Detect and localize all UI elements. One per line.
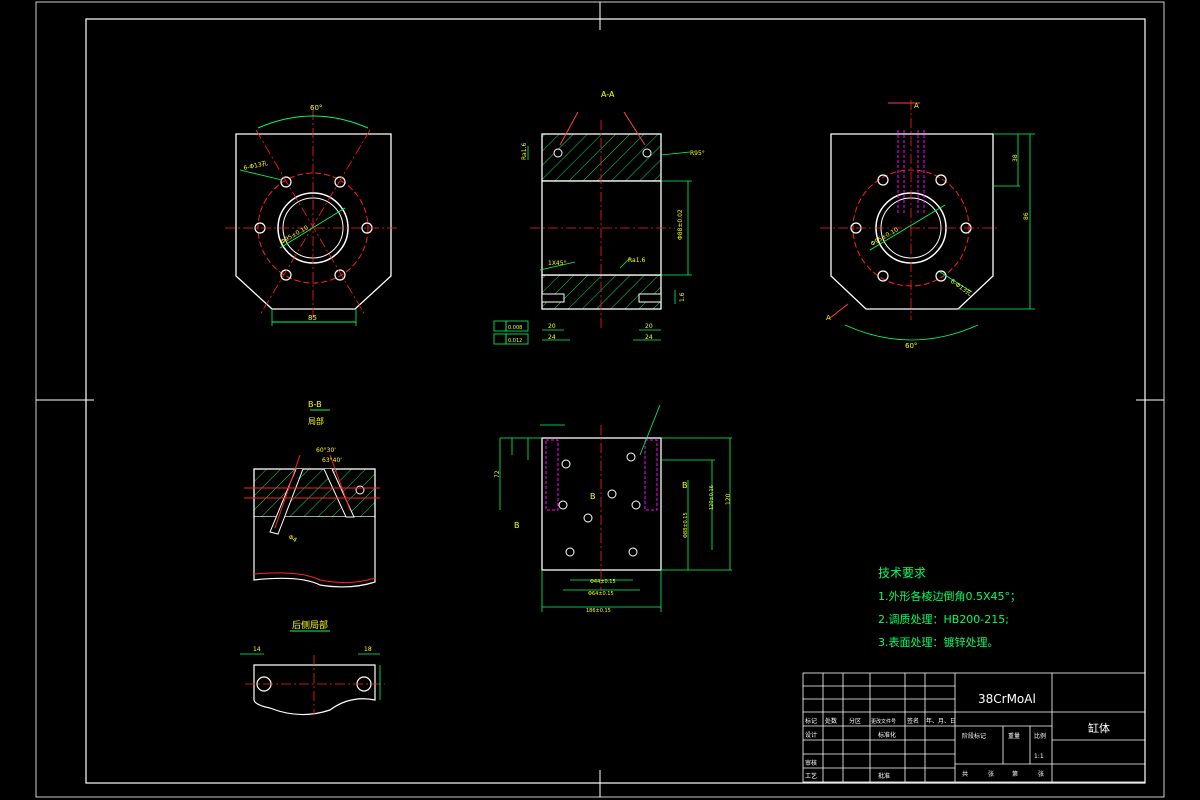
dim-rear-14: 14 <box>253 646 261 653</box>
tb-count: 处数 <box>825 717 837 725</box>
bottom-view: Φ44±0.15 Φ64±0.15 186±0.15 72 120 120±0.… <box>494 404 732 614</box>
dim-bb-angle-1: 60°30' <box>316 447 336 454</box>
view-label-bb-sub: 局部 <box>308 416 324 426</box>
dim-height-mid: Φ88±0.02 <box>677 209 684 240</box>
tb-review: 审核 <box>805 759 817 767</box>
tb-sheet-of: 张 <box>988 770 994 778</box>
dim-rear-18: 18 <box>364 646 372 653</box>
section-view-aa: A-A Ra1.6 R95° Φ88±0.02 1X45° Ra1.6 1.6 … <box>493 90 705 345</box>
material: 38CrMoAl <box>978 692 1036 706</box>
tolerance-a: 0.008 <box>508 325 522 331</box>
tb-scale-label: 比例 <box>1034 732 1046 740</box>
part-name: 缸体 <box>1088 721 1110 735</box>
tb-process: 工艺 <box>805 772 817 780</box>
tech-req-item-3: 3.表面处理：镀锌处理。 <box>878 635 999 649</box>
view-label-rear: 后侧局部 <box>292 619 328 631</box>
dim-24-left: 24 <box>548 334 556 341</box>
drawing-frame <box>35 1 1165 798</box>
dim-20-right: 20 <box>645 323 653 330</box>
section-b-left: B <box>514 521 520 530</box>
tech-req-title: 技术要求 <box>878 566 926 580</box>
tb-weight: 重量 <box>1008 732 1020 740</box>
tb-design: 设计 <box>805 731 817 739</box>
section-b-mid: B <box>590 492 596 501</box>
dim-width-bottom-left: 85 <box>308 314 317 322</box>
dim-bottom-c: Φ88±0.15 <box>683 512 689 538</box>
view-arrow-a-top: A <box>914 102 919 110</box>
view-arrow-a-bottom: A <box>826 314 831 322</box>
front-view-left: 60° 6-Φ13孔 Φ95±0.10 85 <box>225 104 400 326</box>
tb-date: 年、月、日 <box>926 717 956 725</box>
tb-stage: 阶段标记 <box>962 732 986 740</box>
dim-chamfer-mid: 1X45° <box>548 260 567 267</box>
tolerance-b: 0.012 <box>508 338 522 344</box>
dim-20-left: 20 <box>548 323 556 330</box>
title-block: 38CrMoAl 缸体 标记 处数 分区 更改文件号 签名 年、月、日 设计 标… <box>802 672 1146 783</box>
dim-ra-top: Ra1.6 <box>521 143 528 160</box>
section-b-right: B <box>682 481 688 490</box>
tb-sheet-total: 共 <box>962 770 968 778</box>
tb-sheet-zhang: 张 <box>1038 770 1044 778</box>
tech-req-item-1: 1.外形各棱边倒角0.5X45°； <box>878 589 1021 603</box>
dim-fillet: R95° <box>690 150 705 157</box>
view-label-aa: A-A <box>601 90 615 99</box>
dim-ra-mid: Ra1.6 <box>628 257 645 264</box>
side-view-right: A A 60° 38 86 Φ95±0.10 6-Φ13孔 <box>820 100 1035 350</box>
tech-req-item-2: 2.调质处理：HB200-215; <box>878 613 1009 626</box>
dim-holes-right: 6-Φ13孔 <box>949 277 974 298</box>
dim-bottom-a: Φ44±0.15 <box>590 579 616 585</box>
tb-sign: 签名 <box>907 717 919 725</box>
dim-holes-left: 6-Φ13孔 <box>243 159 268 172</box>
dim-ra-right: 1.6 <box>679 292 686 302</box>
view-label-bb: B-B <box>308 400 322 409</box>
dim-bottom-total: 186±0.15 <box>586 608 611 614</box>
dim-side-h2: 120 <box>725 493 732 505</box>
dim-bb-angle-2: 63°40' <box>322 457 342 464</box>
dim-height-right-2: 86 <box>1023 212 1030 220</box>
tb-standard: 标准化 <box>878 731 896 739</box>
tb-scale: 1:1 <box>1034 753 1044 760</box>
dim-side-h3: 120±0.16 <box>709 485 715 510</box>
detail-view-bb: B-B 局部 60°30' 63°40' Φ4 <box>244 400 380 588</box>
cad-drawing-canvas: 60° 6-Φ13孔 Φ95±0.10 85 A-A Ra1.6 R95° Φ8… <box>35 1 1165 798</box>
dim-angle-60-left: 60° <box>310 104 322 112</box>
technical-requirements: 技术要求 1.外形各棱边倒角0.5X45°； 2.调质处理：HB200-215;… <box>878 566 1021 649</box>
tb-approve: 批准 <box>878 772 890 780</box>
detail-view-rear: 后侧局部 14 18 <box>240 619 385 716</box>
dim-diameter-right: Φ95±0.10 <box>870 226 900 248</box>
dim-bottom-b: Φ64±0.15 <box>588 591 614 597</box>
tb-zone: 分区 <box>849 717 861 725</box>
tb-mark: 标记 <box>805 717 817 725</box>
dim-24-right: 24 <box>645 334 653 341</box>
tb-change-doc: 更改文件号 <box>871 718 896 725</box>
dim-height-right-1: 38 <box>1012 154 1019 162</box>
tb-sheet-no: 第 <box>1012 770 1018 778</box>
dim-side-h1: 72 <box>494 470 501 478</box>
dim-angle-60-right: 60° <box>905 342 917 350</box>
